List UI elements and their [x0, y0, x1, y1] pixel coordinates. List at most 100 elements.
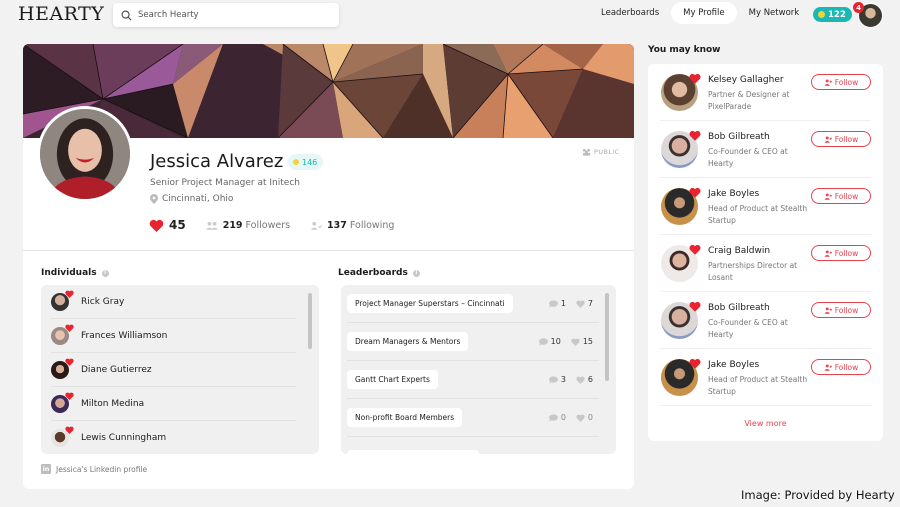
suggestion-name[interactable]: Kelsey Gallagher — [708, 75, 784, 85]
follow-button[interactable]: Follow — [811, 131, 871, 147]
individuals-list: Rick Gray Frances Williamson Diane Gutie… — [41, 285, 319, 454]
suggestion-role: Partner & Designer at PixelParade — [708, 90, 790, 111]
follow-button[interactable]: Follow — [811, 302, 871, 318]
heart-outline-icon — [576, 414, 585, 422]
individual-avatar — [51, 426, 74, 447]
leaderboard-counts: 10 15 — [529, 337, 593, 346]
nav-my-network[interactable]: My Network — [737, 2, 812, 24]
notification-badge[interactable]: 4 — [853, 2, 864, 13]
coin-balance[interactable]: 122 — [813, 7, 852, 22]
view-more-link[interactable]: View more — [648, 419, 883, 428]
profile-job-title: Senior Project Manager at Initech — [150, 178, 300, 188]
individuals-scrollbar[interactable] — [308, 293, 312, 349]
add-user-icon — [824, 363, 832, 371]
suggestion-item: Jake Boyles Head of Product at Stealth S… — [660, 178, 871, 235]
suggestion-item: Kelsey Gallagher Partner & Designer at P… — [660, 64, 871, 121]
comment-icon — [548, 375, 558, 384]
heart-icon — [689, 358, 701, 369]
nav-leaderboards[interactable]: Leaderboards — [589, 2, 671, 24]
leaderboard-name[interactable]: Gantt Chart Experts — [347, 370, 438, 389]
comment-icon — [548, 413, 558, 422]
suggestion-role: Head of Product at Stealth Startup — [708, 204, 808, 225]
individual-item[interactable]: Diane Gutierrez — [51, 353, 296, 387]
heart-icon — [65, 392, 74, 400]
heart-icon — [149, 219, 164, 232]
heart-icon — [689, 130, 701, 141]
following-icon — [310, 221, 323, 230]
profile-name: Jessica Alvarez — [150, 151, 284, 172]
add-user-icon — [824, 306, 832, 314]
suggestion-role: Co-Founder & CEO at Hearty — [708, 318, 788, 339]
suggestion-item: Bob Gilbreath Co-Founder & CEO at Hearty… — [660, 292, 871, 349]
individual-item[interactable]: Milton Medina — [51, 387, 296, 421]
suggestion-name[interactable]: Jake Boyles — [708, 189, 759, 199]
individual-item[interactable]: Frances Williamson — [51, 319, 296, 353]
leaderboard-item[interactable]: Gantt Chart Experts 3 6 — [347, 361, 599, 399]
followers-icon — [205, 221, 218, 230]
heart-outline-icon — [576, 300, 585, 308]
coin-icon — [818, 11, 825, 18]
visibility-indicator: PUBLIC — [582, 148, 620, 156]
leaderboard-name[interactable] — [347, 450, 479, 454]
leaderboard-counts: 1 7 — [539, 299, 593, 308]
leaderboard-item[interactable]: Non-profit Board Members 0 0 — [347, 399, 599, 437]
location-pin-icon — [150, 194, 158, 204]
follow-button[interactable]: Follow — [811, 188, 871, 204]
public-group-icon — [582, 148, 591, 156]
suggestion-role: Partnerships Director at Losant — [708, 261, 798, 282]
coin-icon — [293, 159, 299, 165]
profile-stats: 45 219 Followers 137 Following — [149, 218, 394, 232]
main-nav: Leaderboards My Profile My Network — [589, 2, 811, 24]
leaderboard-name[interactable]: Project Manager Superstars – Cincinnati — [347, 294, 513, 313]
individual-avatar — [51, 324, 74, 345]
suggestion-name[interactable]: Bob Gilbreath — [708, 132, 770, 142]
heart-icon — [689, 187, 701, 198]
follow-button[interactable]: Follow — [811, 245, 871, 261]
individuals-heading: Individuals i — [41, 268, 109, 278]
search-box[interactable] — [113, 3, 339, 27]
linkedin-link[interactable]: in Jessica's Linkedin profile — [41, 464, 147, 474]
leaderboards-list: Project Manager Superstars – Cincinnati … — [341, 285, 616, 454]
leaderboard-name[interactable]: Dream Managers & Mentors — [347, 332, 469, 351]
leaderboard-item[interactable]: Dream Managers & Mentors 10 15 — [347, 323, 599, 361]
add-user-icon — [824, 192, 832, 200]
image-credit: Image: Provided by Hearty — [741, 488, 895, 502]
section-divider — [23, 250, 634, 251]
suggestion-item: Jake Boyles Head of Product at Stealth S… — [660, 349, 871, 406]
individual-item[interactable]: Lewis Cunningham — [51, 421, 296, 454]
individual-avatar — [51, 358, 74, 379]
individual-item[interactable]: Rick Gray — [51, 285, 296, 319]
hearts-count: 45 — [149, 218, 186, 232]
heart-icon — [689, 301, 701, 312]
followers-link[interactable]: 219 Followers — [205, 220, 290, 231]
leaderboard-name[interactable]: Non-profit Board Members — [347, 408, 463, 427]
heart-outline-icon — [576, 376, 585, 384]
follow-button[interactable]: Follow — [811, 74, 871, 90]
suggestion-role: Co-Founder & CEO at Hearty — [708, 147, 788, 168]
profile-coin-badge: 146 — [288, 154, 324, 170]
add-user-icon — [824, 249, 832, 257]
suggestion-name[interactable]: Bob Gilbreath — [708, 303, 770, 313]
add-user-icon — [824, 135, 832, 143]
info-icon[interactable]: i — [412, 269, 420, 277]
leaderboard-item-clipped[interactable] — [347, 441, 599, 454]
profile-location: Cincinnati, Ohio — [150, 194, 233, 204]
individual-avatar — [51, 290, 74, 311]
comment-icon — [538, 337, 548, 346]
info-icon[interactable]: i — [101, 269, 109, 277]
heart-icon — [689, 73, 701, 84]
suggestion-item: Craig Baldwin Partnerships Director at L… — [660, 235, 871, 292]
profile-avatar — [37, 106, 133, 202]
leaderboard-item[interactable]: Project Manager Superstars – Cincinnati … — [347, 285, 599, 323]
suggestion-name[interactable]: Jake Boyles — [708, 360, 759, 370]
individual-avatar — [51, 392, 74, 413]
search-icon — [121, 10, 132, 20]
leaderboards-scrollbar[interactable] — [605, 293, 609, 381]
following-link[interactable]: 137 Following — [310, 220, 394, 231]
hearty-logo[interactable]: HEARTY — [18, 3, 104, 25]
suggestion-item: Bob Gilbreath Co-Founder & CEO at Hearty… — [660, 121, 871, 178]
suggestion-name[interactable]: Craig Baldwin — [708, 246, 770, 256]
search-input[interactable] — [138, 10, 328, 20]
follow-button[interactable]: Follow — [811, 359, 871, 375]
nav-my-profile[interactable]: My Profile — [671, 2, 737, 24]
